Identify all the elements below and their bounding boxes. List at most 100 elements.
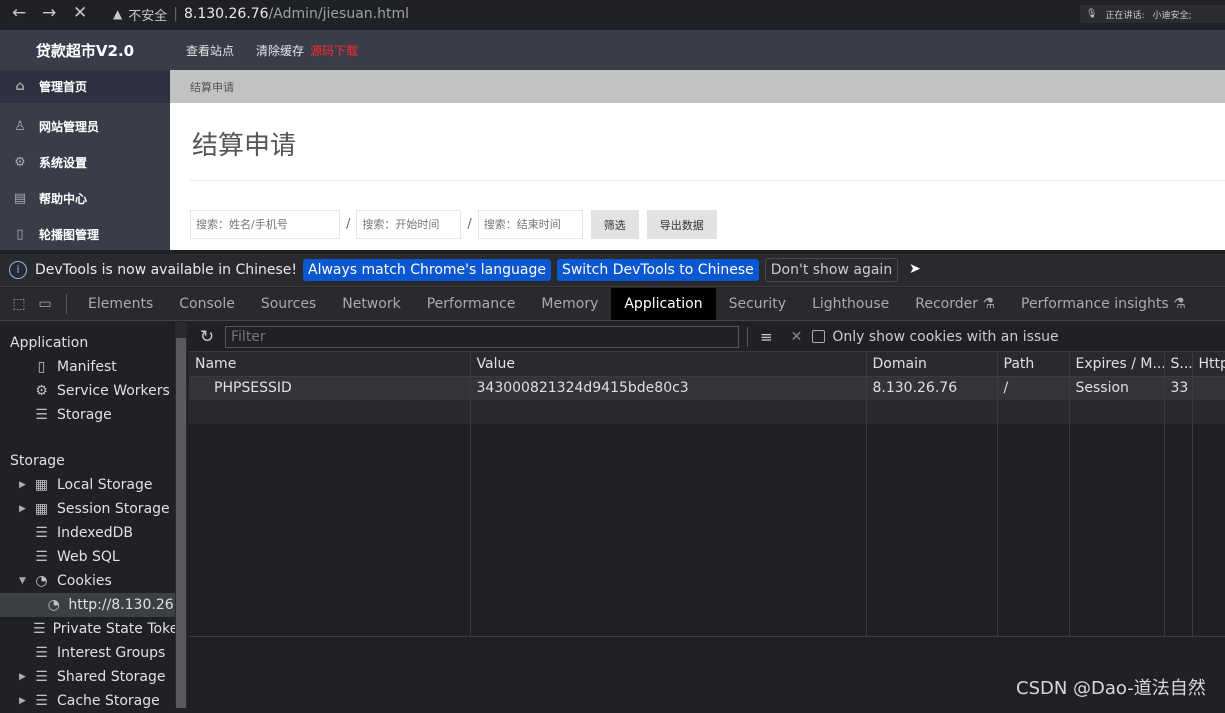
sidebar-item-private-state-tokens[interactable]: ☰ Private State Tokens [0,617,187,641]
filter-button[interactable]: 筛选 [590,210,639,239]
item-label: Private State Tokens [52,621,187,637]
cookie-value: 343000821324d9415bde80c3 [470,376,867,400]
refresh-icon[interactable]: ↻ [189,327,225,347]
name-phone-search-input[interactable] [190,210,340,239]
database-icon: ☰ [33,621,46,637]
sidebar-scrollbar[interactable] [175,322,187,708]
top-nav: 贷款超市V2.0 查看站点 清除缓存 源码下载 [0,30,1225,70]
item-label: Web SQL [57,549,120,565]
clear-filtered-icon[interactable]: ≡ [760,328,773,346]
inspect-element-icon[interactable]: ⬚ [6,296,32,312]
view-site-link[interactable]: 查看站点 [186,42,234,59]
item-label: Manifest [57,359,117,375]
sidebar-item-label: 帮助中心 [39,191,88,206]
only-issue-checkbox[interactable] [812,330,826,343]
cookie-filter-input[interactable] [225,325,739,348]
tab-security[interactable]: Security [716,288,800,320]
tab-performance-insights[interactable]: Performance insights ⚗ [1008,288,1199,320]
url-path: /Admin/jiesuan.html [268,6,409,22]
tab-memory[interactable]: Memory [528,288,611,320]
admin-page: 贷款超市V2.0 查看站点 清除缓存 源码下载 ⌂ 管理首页 ♙ 网站管理员 ⚙ 系统… [0,30,1225,250]
item-label: http://8.130.26.7 [68,597,187,613]
cookies-toolbar: ↻ ≡ ✕ Only show cookies with an issue [189,322,1225,352]
tab-elements[interactable]: Elements [75,288,166,320]
sidebar: ⌂ 管理首页 ♙ 网站管理员 ⚙ 系统设置 ▤ 帮助中心 ▯ 轮播图管理 [0,70,170,250]
divider [190,180,1225,181]
sidebar-item-local-storage[interactable]: ▶ ▦ Local Storage [0,473,187,497]
sidebar-item-home[interactable]: ⌂ 管理首页 [0,70,170,103]
item-label: Local Storage [57,477,153,493]
sidebar-item-admins[interactable]: ♙ 网站管理员 [0,108,170,144]
url-bar[interactable]: ▲ 不安全 | 8.130.26.76/Admin/jiesuan.html [103,2,1063,26]
table-empty-area [189,424,1225,636]
end-time-input[interactable] [477,210,583,239]
insecure-label: 不安全 [128,8,168,24]
tab-network[interactable]: Network [329,288,413,320]
expand-arrow-icon[interactable]: ▶ [19,689,26,713]
expand-arrow-icon[interactable]: ▶ [19,665,26,689]
export-data-button[interactable]: 导出数据 [646,210,717,239]
microphone-icon: 🎙 [1086,9,1098,19]
column-header-expires[interactable]: Expires / M... [1069,352,1165,377]
forward-icon[interactable]: → [42,3,56,23]
column-header-path[interactable]: Path [997,352,1070,377]
mouse-cursor-icon: ➤ [909,261,921,277]
column-header-name[interactable]: Name [189,352,471,377]
delete-icon[interactable]: ✕ [791,329,803,345]
tab-sources[interactable]: Sources [248,288,329,320]
device-toolbar-icon[interactable]: ▭ [32,296,58,312]
sidebar-item-help[interactable]: ▤ 帮助中心 [0,180,170,216]
sidebar-item-storage[interactable]: ☰ Storage [0,403,187,427]
column-header-httponly[interactable]: Http [1192,352,1225,377]
clear-cache-link[interactable]: 清除缓存 [256,42,304,59]
sidebar-item-interest-groups[interactable]: ☰ Interest Groups [0,641,187,665]
tab-console[interactable]: Console [166,288,248,320]
sidebar-item-settings[interactable]: ⚙ 系统设置 [0,144,170,180]
table-row[interactable]: PHPSESSID 343000821324d9415bde80c3 8.130… [189,376,1225,400]
cookie-domain: 8.130.26.76 [866,376,998,400]
expand-arrow-icon[interactable]: ▶ [19,473,26,497]
column-header-value[interactable]: Value [470,352,867,377]
cookie-name: PHPSESSID [189,376,471,400]
info-icon: i [9,261,27,279]
collapse-arrow-icon[interactable]: ▼ [19,569,26,593]
file-icon: ▯ [16,226,24,242]
flask-icon: ⚗ [982,296,996,312]
table-row [189,400,1225,424]
sidebar-item-label: 网站管理员 [39,119,100,134]
sidebar-item-web-sql[interactable]: ☰ Web SQL [0,545,187,569]
sidebar-item-indexeddb[interactable]: ☰ IndexedDB [0,521,187,545]
page-title: 结算申请 [192,131,297,161]
expand-arrow-icon[interactable]: ▶ [19,497,26,521]
cookie-icon: ◔ [47,597,60,613]
dont-show-again-button[interactable]: Don't show again [764,258,899,282]
stop-icon[interactable]: ✕ [73,3,87,23]
sidebar-item-cache-storage[interactable]: ▶ ☰ Cache Storage [0,689,187,713]
scrollbar-thumb[interactable] [176,338,186,708]
source-download-link[interactable]: 源码下载 [310,42,358,59]
item-label: Cookies [57,573,112,589]
tab-lighthouse[interactable]: Lighthouse [799,288,902,320]
tab-performance[interactable]: Performance [414,288,529,320]
sidebar-item-manifest[interactable]: ▯ Manifest [0,355,187,379]
tab-recorder[interactable]: Recorder ⚗ [902,288,1008,320]
match-language-button[interactable]: Always match Chrome's language [303,259,551,281]
infobar-message: DevTools is now available in Chinese! [35,262,297,278]
sidebar-item-cookies[interactable]: ▼ ◔ Cookies [0,569,187,593]
tab-application[interactable]: Application [611,288,716,320]
sidebar-item-carousel[interactable]: ▯ 轮播图管理 [0,216,170,252]
only-issue-label: Only show cookies with an issue [832,328,1059,345]
sidebar-item-service-workers[interactable]: ⚙ Service Workers [0,379,187,403]
cookie-expires: Session [1069,376,1165,400]
switch-chinese-button[interactable]: Switch DevTools to Chinese [556,259,759,281]
sidebar-item-cookie-origin[interactable]: ◔ http://8.130.26.7 [0,593,187,617]
start-time-input[interactable] [356,210,462,239]
column-header-size[interactable]: S... [1164,352,1193,377]
back-icon[interactable]: ← [12,3,26,23]
sidebar-item-shared-storage[interactable]: ▶ ☰ Shared Storage [0,665,187,689]
tab-label: Recorder [915,296,979,312]
database-icon: ☰ [35,669,48,685]
column-header-domain[interactable]: Domain [866,352,998,377]
sidebar-item-session-storage[interactable]: ▶ ▦ Session Storage [0,497,187,521]
database-icon: ☰ [35,407,48,423]
